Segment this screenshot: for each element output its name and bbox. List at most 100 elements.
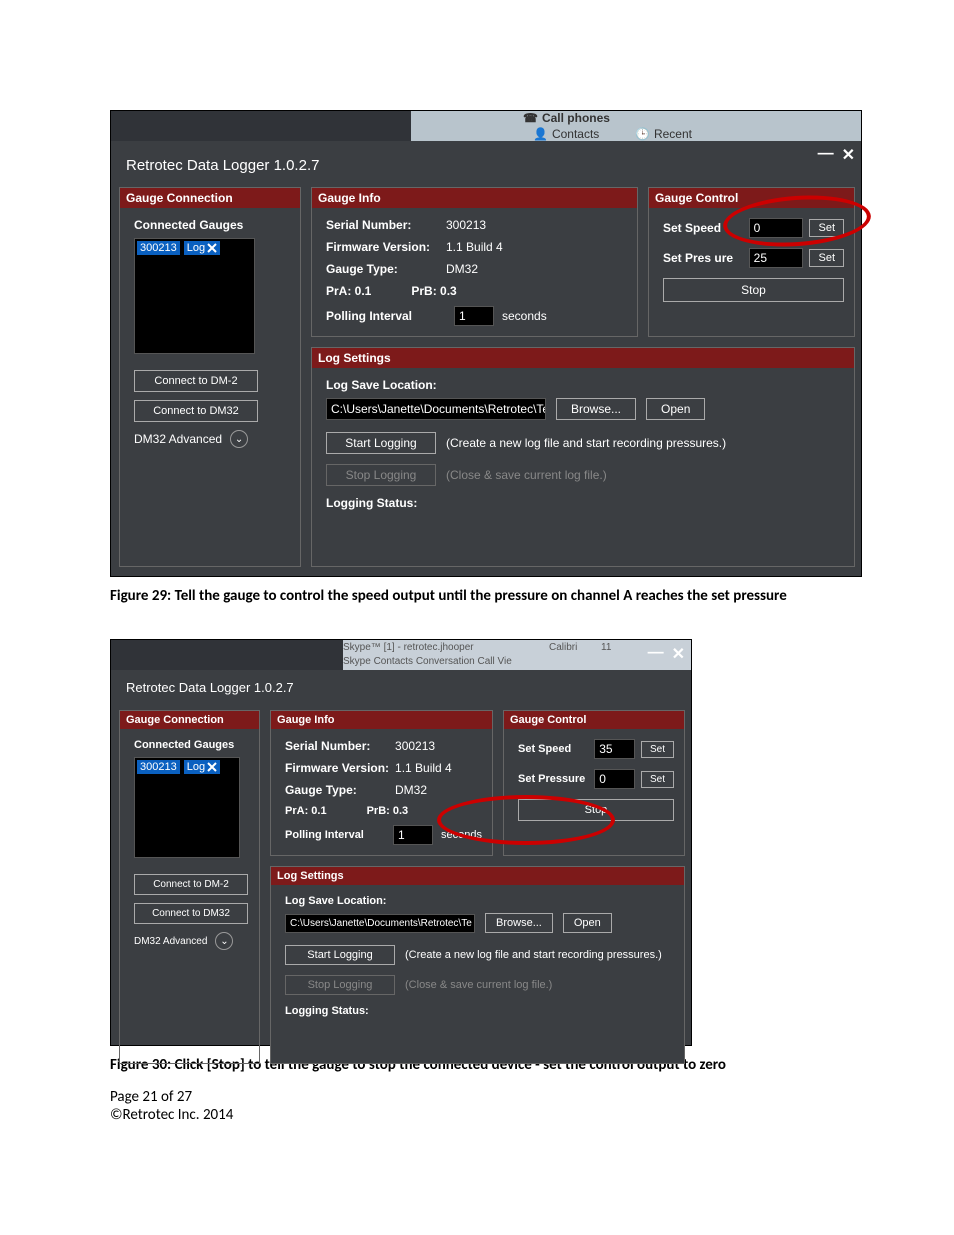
screenshot-fig30: Skype™ [1] - retrotec.jhooper Skype Cont… <box>110 639 692 1046</box>
open-button[interactable]: Open <box>563 913 612 933</box>
bg-tab-contacts: 👤Contacts <box>525 125 607 141</box>
chevron-down-icon[interactable]: ⌄ <box>230 430 248 448</box>
list-item[interactable]: 300213 Log <box>137 241 252 255</box>
set-pressure-label: Set Pres ure <box>663 251 743 265</box>
logging-status-label: Logging Status: <box>285 1005 674 1017</box>
panel-header-gauge-control: Gauge Control <box>504 711 684 729</box>
serial-value: 300213 <box>395 739 435 753</box>
panel-header-gauge-connection: Gauge Connection <box>120 188 300 208</box>
gauge-type-value: DM32 <box>446 262 478 276</box>
set-speed-button[interactable]: Set <box>641 741 674 758</box>
log-save-label: Log Save Location: <box>285 895 674 907</box>
open-button[interactable]: Open <box>646 398 705 420</box>
title-bar: Retrotec Data Logger 1.0.2.7 — ✕ <box>111 141 861 167</box>
poll-unit: seconds <box>502 309 547 323</box>
poll-unit: seconds <box>441 829 482 841</box>
stop-logging-button[interactable]: Stop Logging <box>285 975 395 995</box>
serial-label: Serial Number: <box>326 218 446 232</box>
gauge-type-value: DM32 <box>395 783 427 797</box>
app-title: Retrotec Data Logger 1.0.2.7 <box>126 157 319 174</box>
pra-value: PrA: 0.1 <box>285 805 327 817</box>
screenshot-fig29: ☎Call phones 👤Contacts 🕒Recent Retrotec … <box>110 110 862 577</box>
firmware-label: Firmware Version: <box>285 761 395 775</box>
log-settings-panel: Log Settings Log Save Location: C:\Users… <box>311 347 855 567</box>
connected-gauges-label: Connected Gauges <box>134 218 290 232</box>
set-pressure-input[interactable]: 0 <box>594 769 635 789</box>
connect-dm2-button[interactable]: Connect to DM-2 <box>134 370 258 392</box>
set-pressure-button[interactable]: Set <box>809 249 844 267</box>
chevron-down-icon[interactable]: ⌄ <box>215 932 233 950</box>
stop-logging-button[interactable]: Stop Logging <box>326 464 436 486</box>
set-pressure-input[interactable]: 25 <box>749 248 804 268</box>
set-speed-label: Set Speed <box>663 221 743 235</box>
log-path-input[interactable]: C:\Users\Janette\Documents\Retrotec\Te <box>326 398 546 420</box>
firmware-label: Firmware Version: <box>326 240 446 254</box>
connected-gauges-list[interactable]: 300213 Log <box>134 757 240 858</box>
poll-label: Polling Interval <box>285 829 385 841</box>
bg-tab-recent: 🕒Recent <box>627 125 700 141</box>
panel-header-gauge-control: Gauge Control <box>649 188 854 208</box>
stop-logging-note: (Close & save current log file.) <box>405 979 552 991</box>
gauge-type-label: Gauge Type: <box>326 262 446 276</box>
connected-gauges-list[interactable]: 300213 Log <box>134 238 255 354</box>
figure-29-caption: Figure 29: Tell the gauge to control the… <box>110 587 954 605</box>
connect-dm32-button[interactable]: Connect to DM32 <box>134 400 258 422</box>
set-speed-label: Set Speed <box>518 743 588 755</box>
gauge-info-panel: Gauge Info Serial Number:300213 Firmware… <box>311 187 638 337</box>
page-footer: Page 21 of 27 ©Retrotec Inc. 2014 <box>110 1088 233 1124</box>
gauge-control-panel: Gauge Control Set Speed 35 Set Set Press… <box>503 710 685 856</box>
prb-value: PrB: 0.3 <box>367 805 409 817</box>
close-icon[interactable]: ✕ <box>672 644 685 664</box>
app-title: Retrotec Data Logger 1.0.2.7 <box>126 680 294 695</box>
set-speed-input[interactable]: 0 <box>749 218 804 238</box>
set-pressure-label: Set Pressure <box>518 773 588 785</box>
log-path-input[interactable]: C:\Users\Janette\Documents\Retrotec\Te <box>285 914 475 933</box>
poll-label: Polling Interval <box>326 309 446 323</box>
logging-status-label: Logging Status: <box>326 496 844 510</box>
stop-button[interactable]: Stop <box>518 799 674 821</box>
dm32-advanced-label: DM32 Advanced <box>134 432 222 446</box>
gauge-connection-panel: Gauge Connection Connected Gauges 300213… <box>119 187 301 567</box>
page-number: Page 21 of 27 <box>110 1088 233 1106</box>
document-page: ☎Call phones 👤Contacts 🕒Recent Retrotec … <box>0 0 954 1154</box>
log-settings-panel: Log Settings Log Save Location: C:\Users… <box>270 866 685 1064</box>
panel-header-gauge-connection: Gauge Connection <box>120 711 259 729</box>
gauge-type-label: Gauge Type: <box>285 783 395 797</box>
panel-header-gauge-info: Gauge Info <box>312 188 637 208</box>
browse-button[interactable]: Browse... <box>556 398 636 420</box>
start-logging-note: (Create a new log file and start recordi… <box>405 949 662 961</box>
remove-icon[interactable] <box>207 762 217 772</box>
panel-header-gauge-info: Gauge Info <box>271 711 492 729</box>
title-bar: Retrotec Data Logger 1.0.2.7 — ✕ <box>111 670 691 696</box>
firmware-value: 1.1 Build 4 <box>446 240 503 254</box>
connected-gauges-label: Connected Gauges <box>134 739 249 751</box>
minimize-icon[interactable]: — <box>818 145 834 165</box>
set-speed-input[interactable]: 35 <box>594 739 635 759</box>
dm32-advanced-label: DM32 Advanced <box>134 936 207 947</box>
start-logging-button[interactable]: Start Logging <box>285 945 395 965</box>
poll-interval-input[interactable]: 1 <box>454 306 494 326</box>
background-apps: ☎Call phones 👤Contacts 🕒Recent <box>111 111 861 141</box>
connect-dm2-button[interactable]: Connect to DM-2 <box>134 874 248 895</box>
gauge-info-panel: Gauge Info Serial Number:300213 Firmware… <box>270 710 493 856</box>
panel-header-log-settings: Log Settings <box>271 867 684 885</box>
remove-icon[interactable] <box>207 243 217 253</box>
start-logging-button[interactable]: Start Logging <box>326 432 436 454</box>
browse-button[interactable]: Browse... <box>485 913 553 933</box>
close-icon[interactable]: ✕ <box>842 145 855 165</box>
prb-value: PrB: 0.3 <box>411 284 456 298</box>
list-item[interactable]: 300213 Log <box>137 760 237 774</box>
connect-dm32-button[interactable]: Connect to DM32 <box>134 903 248 924</box>
stop-logging-note: (Close & save current log file.) <box>446 468 607 482</box>
gauge-control-panel: Gauge Control Set Speed 0 Set Set Pres u… <box>648 187 855 337</box>
minimize-icon[interactable]: — <box>648 644 664 664</box>
stop-button[interactable]: Stop <box>663 278 844 302</box>
set-speed-button[interactable]: Set <box>809 219 844 237</box>
background-apps: Skype™ [1] - retrotec.jhooper Skype Cont… <box>111 640 691 670</box>
gauge-connection-panel: Gauge Connection Connected Gauges 300213… <box>119 710 260 1064</box>
panel-header-log-settings: Log Settings <box>312 348 854 368</box>
set-pressure-button[interactable]: Set <box>641 771 674 788</box>
serial-label: Serial Number: <box>285 739 395 753</box>
start-logging-note: (Create a new log file and start recordi… <box>446 436 726 450</box>
poll-interval-input[interactable]: 1 <box>393 825 433 845</box>
